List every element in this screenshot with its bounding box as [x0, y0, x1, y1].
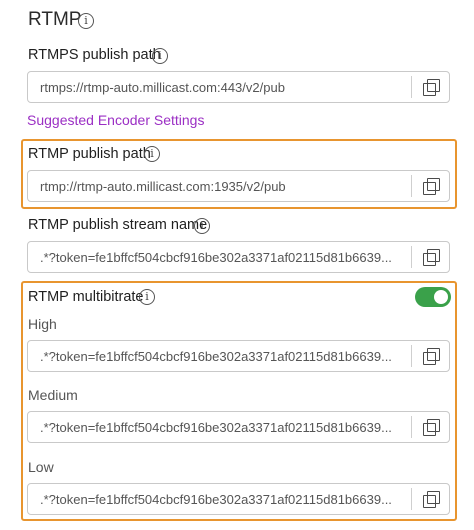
- rtmp-publish-stream-name-label: RTMP publish stream name: [28, 217, 208, 233]
- rtmp-publish-path-label: RTMP publish path: [28, 146, 151, 162]
- copy-button[interactable]: [412, 242, 449, 272]
- low-label: Low: [28, 459, 54, 475]
- suggested-encoder-settings-link[interactable]: Suggested Encoder Settings: [27, 112, 204, 128]
- rtmp-publish-stream-name-value[interactable]: .*?token=fe1bffcf504cbcf916be302a3371af0…: [40, 250, 408, 265]
- copy-button[interactable]: [412, 341, 449, 371]
- rtmp-publish-path-field[interactable]: rtmp://rtmp-auto.millicast.com:1935/v2/p…: [27, 170, 450, 202]
- copy-button[interactable]: [412, 484, 449, 514]
- low-value[interactable]: .*?token=fe1bffcf504cbcf916be302a3371af0…: [40, 492, 408, 507]
- info-icon[interactable]: i: [194, 218, 210, 234]
- rtmp-publish-path-value[interactable]: rtmp://rtmp-auto.millicast.com:1935/v2/p…: [40, 179, 408, 194]
- medium-field[interactable]: .*?token=fe1bffcf504cbcf916be302a3371af0…: [27, 411, 450, 443]
- rtmp-publish-stream-name-field[interactable]: .*?token=fe1bffcf504cbcf916be302a3371af0…: [27, 241, 450, 273]
- copy-button[interactable]: [412, 412, 449, 442]
- info-icon[interactable]: i: [139, 289, 155, 305]
- info-icon[interactable]: i: [144, 146, 160, 162]
- section-title: RTMP: [28, 9, 82, 30]
- high-value[interactable]: .*?token=fe1bffcf504cbcf916be302a3371af0…: [40, 349, 408, 364]
- toggle-knob: [434, 290, 448, 304]
- rtmps-publish-path-label: RTMPS publish path: [28, 47, 161, 63]
- info-icon[interactable]: i: [152, 48, 168, 64]
- medium-value[interactable]: .*?token=fe1bffcf504cbcf916be302a3371af0…: [40, 420, 408, 435]
- copy-button[interactable]: [412, 171, 449, 201]
- rtmp-multibitrate-toggle[interactable]: [415, 287, 451, 307]
- info-icon[interactable]: i: [78, 13, 94, 29]
- high-label: High: [28, 316, 57, 332]
- rtmps-publish-path-value[interactable]: rtmps://rtmp-auto.millicast.com:443/v2/p…: [40, 80, 408, 95]
- medium-label: Medium: [28, 387, 78, 403]
- low-field[interactable]: .*?token=fe1bffcf504cbcf916be302a3371af0…: [27, 483, 450, 515]
- copy-button[interactable]: [412, 72, 449, 102]
- high-field[interactable]: .*?token=fe1bffcf504cbcf916be302a3371af0…: [27, 340, 450, 372]
- rtmps-publish-path-field[interactable]: rtmps://rtmp-auto.millicast.com:443/v2/p…: [27, 71, 450, 103]
- rtmp-multibitrate-label: RTMP multibitrate: [28, 289, 144, 305]
